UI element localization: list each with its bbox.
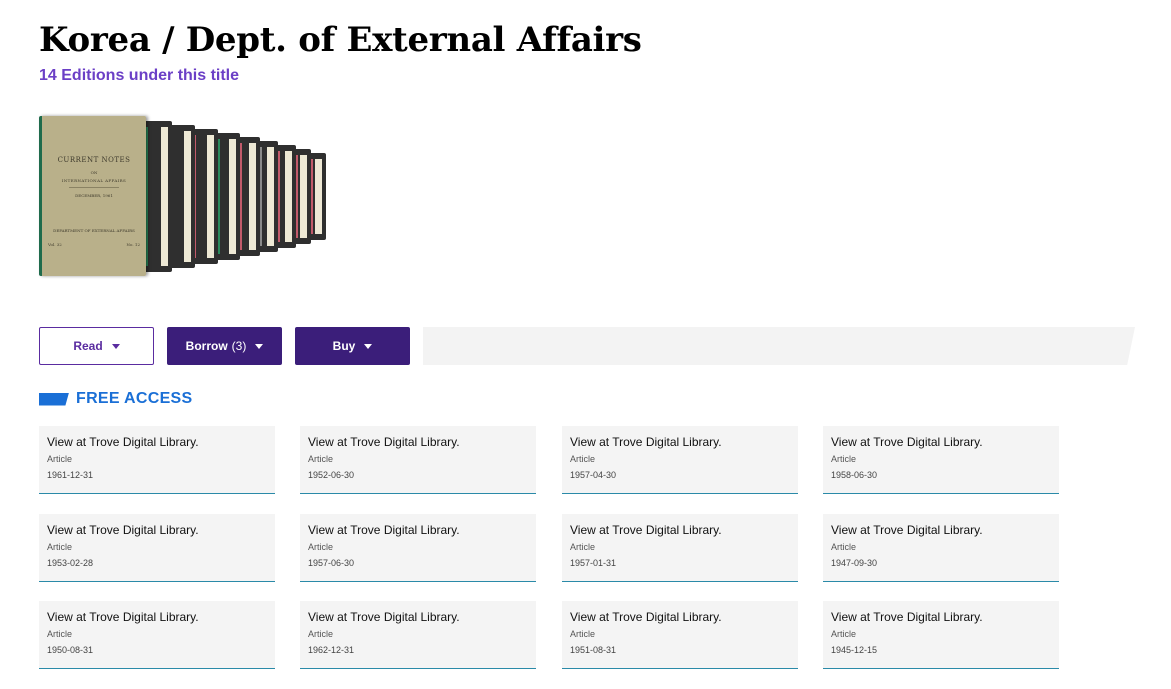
chevron-down-icon: [111, 343, 120, 349]
trove-item-card[interactable]: View at Trove Digital Library. Article 196…: [300, 601, 536, 669]
page-edge: [207, 135, 214, 258]
page-edge: [285, 151, 292, 242]
edition-cover[interactable]: [144, 121, 172, 272]
card-type: Article: [831, 542, 857, 552]
edition-cover[interactable]: [294, 149, 311, 244]
card-type: Article: [831, 629, 857, 639]
trove-item-card[interactable]: View at Trove Digital Library. Article 195…: [300, 514, 536, 582]
card-type: Article: [570, 542, 596, 552]
card-type: Article: [308, 542, 334, 552]
buy-dropdown-button[interactable]: Buy: [295, 327, 410, 365]
page-edge: [184, 131, 191, 262]
cover-number: No. 12: [126, 242, 140, 247]
page-edge: [249, 143, 256, 250]
page-edge: [267, 147, 274, 246]
action-bar-banner: [423, 327, 1135, 365]
card-date: 1957-04-30: [570, 470, 617, 480]
trove-item-card[interactable]: View at Trove Digital Library. Article 194…: [823, 514, 1059, 582]
trove-item-card[interactable]: View at Trove Digital Library. Article 194…: [823, 601, 1059, 669]
cover-on: ON: [90, 170, 98, 175]
page-edge: [161, 127, 168, 266]
trove-item-card[interactable]: View at Trove Digital Library. Article 195…: [300, 426, 536, 494]
card-date: 1962-12-31: [308, 645, 355, 655]
section-marker-icon: [39, 392, 69, 406]
spine-stripe: [260, 147, 262, 246]
edition-cover[interactable]: [216, 133, 240, 260]
card-type: Article: [308, 629, 334, 639]
card-type: Article: [47, 454, 73, 464]
read-label: Read: [73, 339, 103, 353]
chevron-down-icon: [255, 343, 264, 349]
borrow-dropdown-button[interactable]: Borrow (3): [167, 327, 282, 365]
cover-subtitle: INTERNATIONAL AFFAIRS: [61, 178, 127, 183]
buy-label: Buy: [332, 339, 356, 353]
card-title-link[interactable]: View at Trove Digital Library.: [831, 610, 1051, 624]
card-date: 1951-08-31: [570, 645, 617, 655]
card-title-link[interactable]: View at Trove Digital Library.: [47, 523, 267, 537]
page-title: Korea / Dept. of External Affairs: [39, 20, 642, 60]
card-date: 1947-09-30: [831, 558, 878, 568]
card-type: Article: [308, 454, 334, 464]
edition-cover[interactable]: [192, 129, 218, 264]
cover-date: DECEMBER, 1961: [75, 193, 113, 198]
spine-stripe: [240, 143, 242, 250]
borrow-label: Borrow: [185, 339, 228, 353]
spine-stripe: [311, 159, 313, 234]
cover-rule: [69, 187, 119, 188]
card-date: 1952-06-30: [308, 470, 355, 480]
cover-volume: Vol. 32: [48, 242, 62, 247]
chevron-down-icon: [364, 343, 373, 349]
card-title-link[interactable]: View at Trove Digital Library.: [308, 435, 528, 449]
card-title-link[interactable]: View at Trove Digital Library.: [831, 435, 1051, 449]
trove-item-card[interactable]: View at Trove Digital Library. Article 195…: [823, 426, 1059, 494]
trove-item-card[interactable]: View at Trove Digital Library. Article 195…: [39, 514, 275, 582]
card-type: Article: [47, 542, 73, 552]
spine-stripe: [296, 155, 298, 238]
card-title-link[interactable]: View at Trove Digital Library.: [47, 435, 267, 449]
edition-cover[interactable]: [309, 153, 326, 240]
card-date: 1953-02-28: [47, 558, 94, 568]
card-type: Article: [47, 629, 73, 639]
card-date: 1957-01-31: [570, 558, 617, 568]
edition-cover[interactable]: [168, 125, 195, 268]
card-type: Article: [831, 454, 857, 464]
card-date: 1958-06-30: [831, 470, 878, 480]
page-edge: [229, 139, 236, 254]
trove-item-card[interactable]: View at Trove Digital Library. Article 196…: [39, 426, 275, 494]
editions-count-link[interactable]: 14 Editions under this title: [39, 67, 239, 85]
card-date: 1950-08-31: [47, 645, 94, 655]
card-date: 1961-12-31: [47, 470, 94, 480]
card-title-link[interactable]: View at Trove Digital Library.: [308, 523, 528, 537]
edition-covers-stack[interactable]: CURRENT NOTES ON INTERNATIONAL AFFAIRS D…: [39, 116, 339, 278]
edition-cover[interactable]: [258, 141, 278, 252]
free-access-heading: FREE ACCESS: [39, 390, 193, 408]
free-access-label: FREE ACCESS: [76, 390, 193, 407]
card-title-link[interactable]: View at Trove Digital Library.: [570, 523, 790, 537]
trove-item-card[interactable]: View at Trove Digital Library. Article 195…: [39, 601, 275, 669]
card-title-link[interactable]: View at Trove Digital Library.: [570, 610, 790, 624]
card-title-link[interactable]: View at Trove Digital Library.: [831, 523, 1051, 537]
page-edge: [315, 159, 322, 234]
spine-stripe: [218, 139, 220, 254]
trove-item-card[interactable]: View at Trove Digital Library. Article 195…: [562, 601, 798, 669]
borrow-count: (3): [231, 339, 247, 353]
spine-stripe: [278, 151, 280, 242]
page-edge: [300, 155, 307, 238]
trove-item-card[interactable]: View at Trove Digital Library. Article 195…: [562, 426, 798, 494]
card-title-link[interactable]: View at Trove Digital Library.: [308, 610, 528, 624]
card-type: Article: [570, 629, 596, 639]
card-title-link[interactable]: View at Trove Digital Library.: [47, 610, 267, 624]
spine-stripe: [146, 127, 148, 266]
card-date: 1957-06-30: [308, 558, 355, 568]
front-cover-image[interactable]: CURRENT NOTES ON INTERNATIONAL AFFAIRS D…: [39, 116, 146, 276]
edition-cover[interactable]: [238, 137, 260, 256]
trove-item-card[interactable]: View at Trove Digital Library. Article 195…: [562, 514, 798, 582]
read-dropdown-button[interactable]: Read: [39, 327, 154, 365]
cover-title: CURRENT NOTES: [57, 156, 131, 164]
card-type: Article: [570, 454, 596, 464]
card-title-link[interactable]: View at Trove Digital Library.: [570, 435, 790, 449]
card-date: 1945-12-15: [831, 645, 878, 655]
cover-publisher: DEPARTMENT OF EXTERNAL AFFAIRS: [53, 228, 135, 233]
edition-cover[interactable]: [276, 145, 296, 248]
